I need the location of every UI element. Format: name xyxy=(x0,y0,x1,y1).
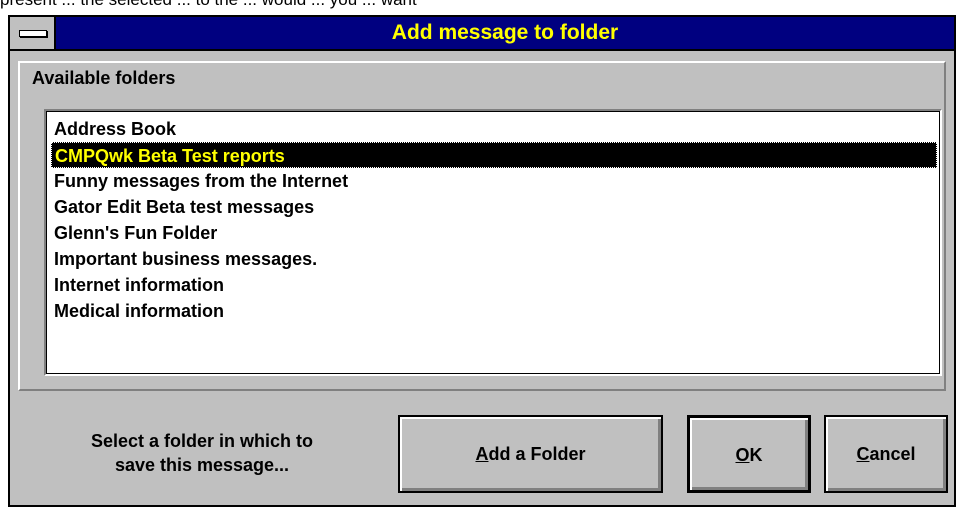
ok-mnemonic: O xyxy=(735,445,750,465)
dialog-title: Add message to folder xyxy=(391,21,619,44)
title-bar[interactable]: Add message to folder xyxy=(10,17,954,51)
cancel-label: ancel xyxy=(869,444,916,464)
hint-text: Select a folder in which to save this me… xyxy=(32,429,372,477)
background-text: present ... the selected ... to the ... … xyxy=(0,0,959,9)
system-menu-button[interactable] xyxy=(10,17,56,49)
hint-line-1: Select a folder in which to xyxy=(90,431,314,451)
folder-list-item[interactable]: Important business messages. xyxy=(51,246,937,272)
add-message-dialog: Add message to folder Available folders … xyxy=(8,15,956,507)
system-menu-icon xyxy=(19,30,47,37)
folder-list: Address Book CMPQwk Beta Test reports Funn… xyxy=(46,111,940,374)
folder-list-item[interactable]: Funny messages from the Internet xyxy=(51,168,937,194)
folder-list-item[interactable]: Gator Edit Beta test messages xyxy=(51,194,937,220)
folder-list-item[interactable]: Address Book xyxy=(51,116,937,142)
add-folder-mnemonic: A xyxy=(475,444,489,464)
group-label: Available folders xyxy=(32,68,176,88)
folder-list-item[interactable]: Medical information xyxy=(51,298,937,324)
folder-list-item[interactable]: CMPQwk Beta Test reports xyxy=(51,142,937,168)
add-folder-label: dd a Folder xyxy=(488,444,586,464)
ok-button[interactable]: OK xyxy=(687,415,811,493)
hint-line-2: save this message... xyxy=(114,455,290,475)
folder-listbox[interactable]: Address Book CMPQwk Beta Test reports Funn… xyxy=(44,109,942,376)
cancel-button[interactable]: Cancel xyxy=(824,415,948,493)
add-folder-button[interactable]: Add a Folder xyxy=(398,415,663,493)
ok-label: K xyxy=(749,445,763,465)
cancel-mnemonic: C xyxy=(856,444,870,464)
folder-list-item[interactable]: Glenn's Fun Folder xyxy=(51,220,937,246)
folder-list-item[interactable]: Internet information xyxy=(51,272,937,298)
